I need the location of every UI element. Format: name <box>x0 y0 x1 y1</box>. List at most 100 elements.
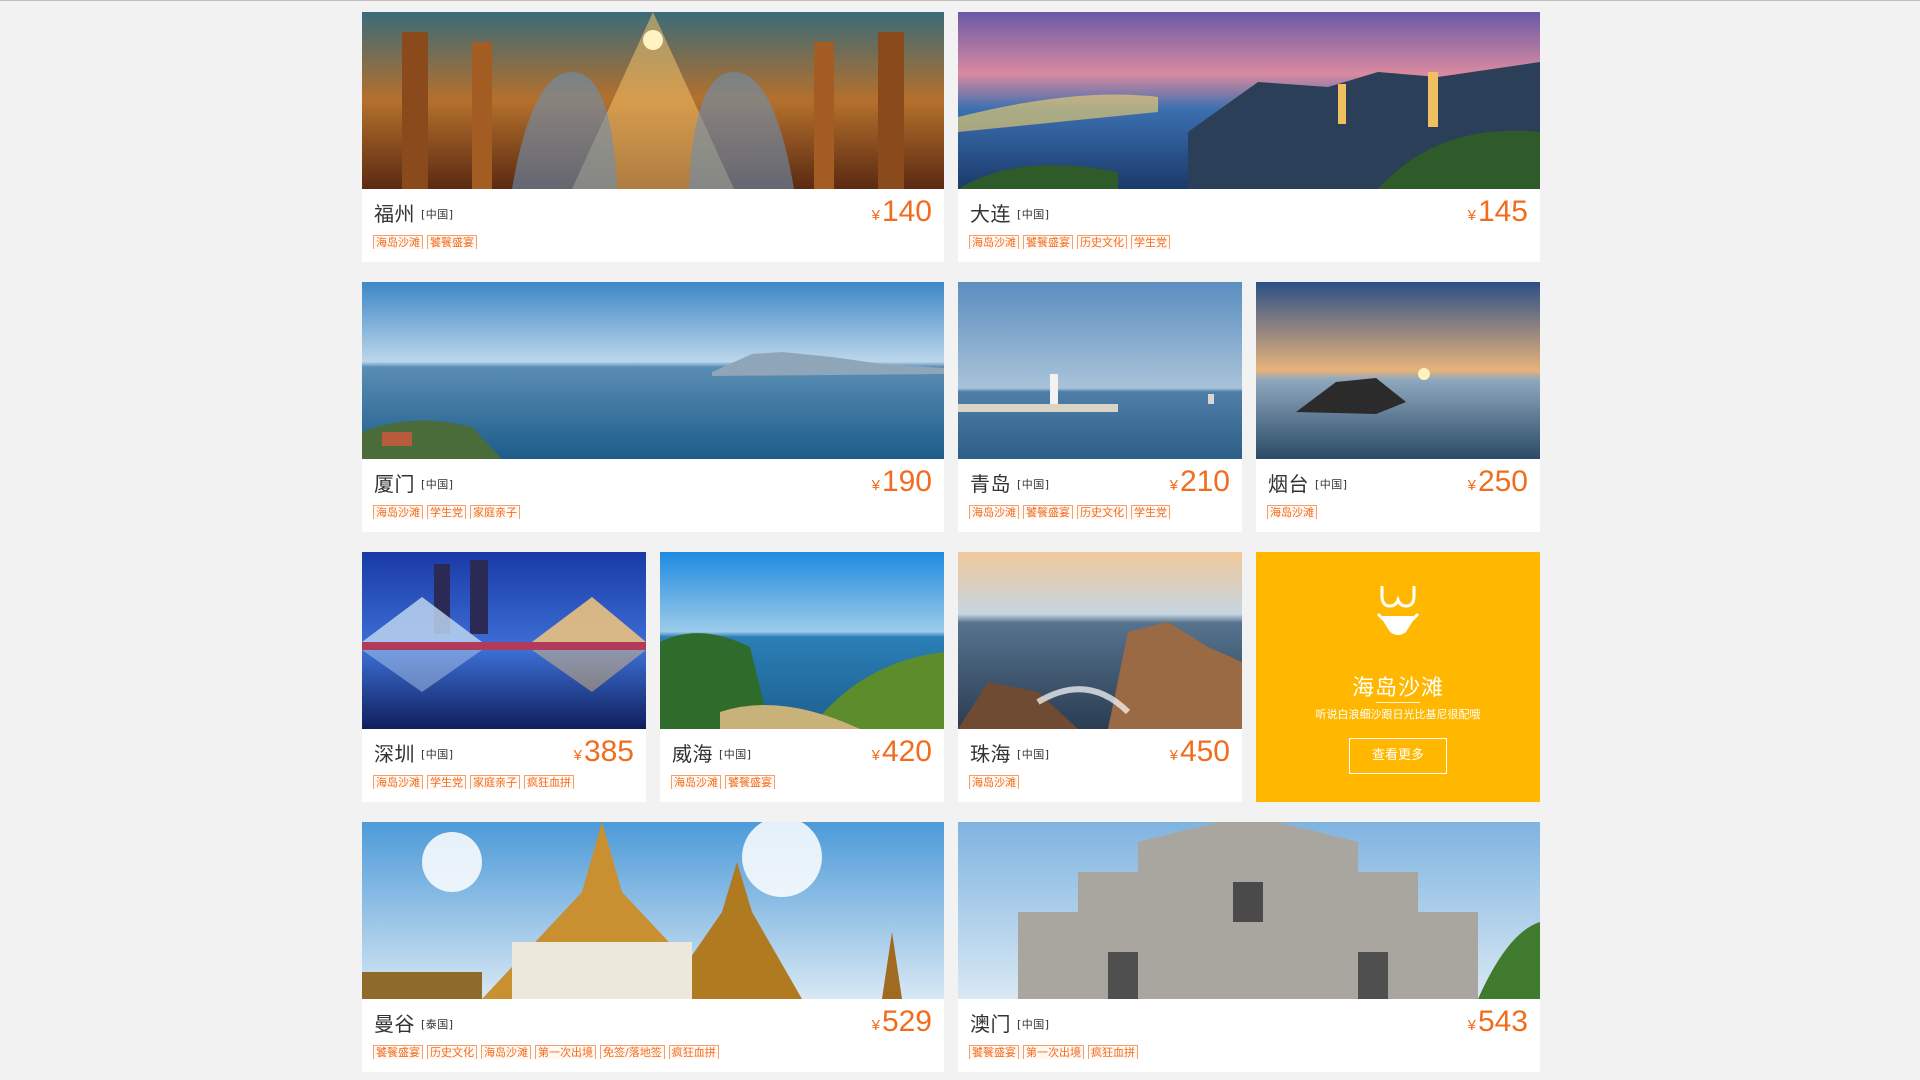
tag[interactable]: 免签/落地签 <box>600 1045 665 1059</box>
top-divider <box>0 0 1920 1</box>
tag[interactable]: 学生党 <box>1131 235 1170 249</box>
tag[interactable]: 家庭亲子 <box>470 775 520 789</box>
destination-photo <box>958 822 1540 999</box>
destination-card-macau[interactable]: 澳门 [中国] ¥543 饕餮盛宴 第一次出境 疯狂血拼 <box>958 822 1540 1072</box>
currency-symbol: ¥ <box>1467 1017 1476 1034</box>
country-label: [中国] <box>421 748 454 761</box>
country-label: [泰国] <box>421 1018 454 1031</box>
destination-card-bangkok[interactable]: 曼谷 [泰国] ¥529 饕餮盛宴 历史文化 海岛沙滩 第一次出境 免签/落地签 疯狂血拼 <box>362 822 944 1072</box>
tag[interactable]: 海岛沙滩 <box>1267 505 1317 519</box>
currency-symbol: ¥ <box>1169 477 1178 494</box>
city-name: 厦门 [中国] <box>374 472 454 496</box>
destination-card-dalian[interactable]: 大连 [中国] ¥145 海岛沙滩 饕餮盛宴 历史文化 学生党 <box>958 12 1540 262</box>
tag[interactable]: 饕餮盛宴 <box>1023 235 1073 249</box>
tag[interactable]: 饕餮盛宴 <box>969 1045 1019 1059</box>
city-name: 深圳 [中国] <box>374 742 454 766</box>
city-name: 澳门 [中国] <box>970 1012 1050 1036</box>
currency-symbol: ¥ <box>871 477 880 494</box>
tag[interactable]: 海岛沙滩 <box>481 1045 531 1059</box>
city-name: 威海 [中国] <box>672 742 752 766</box>
tag[interactable]: 海岛沙滩 <box>969 235 1019 249</box>
tag[interactable]: 学生党 <box>1131 505 1170 519</box>
tag-list: 海岛沙滩 饕餮盛宴 历史文化 学生党 <box>969 231 1532 249</box>
tag[interactable]: 海岛沙滩 <box>969 775 1019 789</box>
promo-divider <box>1376 702 1420 703</box>
price: ¥543 <box>1467 1005 1528 1038</box>
tag-list: 海岛沙滩 学生党 家庭亲子 疯狂血拼 <box>373 771 638 789</box>
tag-list: 饕餮盛宴 第一次出境 疯狂血拼 <box>969 1041 1532 1059</box>
destination-photo <box>362 552 646 729</box>
tag[interactable]: 学生党 <box>427 505 466 519</box>
city-name: 烟台 [中国] <box>1268 472 1348 496</box>
destination-card-fuzhou[interactable]: 福州 [中国] ¥140 海岛沙滩 饕餮盛宴 <box>362 12 944 262</box>
tag[interactable]: 第一次出境 <box>1023 1045 1084 1059</box>
city-name: 福州 [中国] <box>374 202 454 226</box>
currency-symbol: ¥ <box>573 747 582 764</box>
country-label: [中国] <box>1017 1018 1050 1031</box>
country-label: [中国] <box>719 748 752 761</box>
destination-photo <box>958 552 1242 729</box>
price: ¥420 <box>871 735 932 768</box>
tag[interactable]: 历史文化 <box>1077 505 1127 519</box>
destination-card-xiamen[interactable]: 厦门 [中国] ¥190 海岛沙滩 学生党 家庭亲子 <box>362 282 944 532</box>
currency-symbol: ¥ <box>871 1017 880 1034</box>
tag-list: 海岛沙滩 <box>969 771 1234 789</box>
destination-card-qingdao[interactable]: 青岛 [中国] ¥210 海岛沙滩 饕餮盛宴 历史文化 学生党 <box>958 282 1242 532</box>
price: ¥250 <box>1467 465 1528 498</box>
promo-subtitle: 听说白浪细沙跟日光比基尼很配哦 <box>1315 708 1481 721</box>
view-more-button[interactable]: 查看更多 <box>1349 738 1447 774</box>
city-name: 曼谷 [泰国] <box>374 1012 454 1036</box>
tag[interactable]: 历史文化 <box>427 1045 477 1059</box>
destination-photo <box>362 822 944 999</box>
country-label: [中国] <box>1017 478 1050 491</box>
destination-card-yantai[interactable]: 烟台 [中国] ¥250 海岛沙滩 <box>1256 282 1540 532</box>
city-name: 大连 [中国] <box>970 202 1050 226</box>
tag-list: 海岛沙滩 饕餮盛宴 历史文化 学生党 <box>969 501 1234 519</box>
bikini-icon <box>1376 586 1420 635</box>
tag[interactable]: 疯狂血拼 <box>1088 1045 1138 1059</box>
tag[interactable]: 第一次出境 <box>535 1045 596 1059</box>
tag[interactable]: 历史文化 <box>1077 235 1127 249</box>
tag[interactable]: 疯狂血拼 <box>668 1045 719 1059</box>
tag[interactable]: 海岛沙滩 <box>373 775 423 789</box>
destination-photo <box>362 12 944 189</box>
tag[interactable]: 海岛沙滩 <box>373 505 423 519</box>
tag[interactable]: 饕餮盛宴 <box>1023 505 1073 519</box>
tag-list: 海岛沙滩 饕餮盛宴 <box>671 771 936 789</box>
price: ¥145 <box>1467 195 1528 228</box>
destination-grid: 福州 [中国] ¥140 海岛沙滩 饕餮盛宴 大连 [中国] ¥145 海岛沙滩… <box>362 12 1540 1072</box>
tag[interactable]: 家庭亲子 <box>470 505 520 519</box>
destination-card-shenzhen[interactable]: 深圳 [中国] ¥385 海岛沙滩 学生党 家庭亲子 疯狂血拼 <box>362 552 646 802</box>
destination-photo <box>958 12 1540 189</box>
currency-symbol: ¥ <box>1169 747 1178 764</box>
country-label: [中国] <box>1017 748 1050 761</box>
country-label: [中国] <box>421 208 454 221</box>
tag[interactable]: 海岛沙滩 <box>373 235 423 249</box>
price: ¥190 <box>871 465 932 498</box>
currency-symbol: ¥ <box>1467 477 1476 494</box>
tag-list: 饕餮盛宴 历史文化 海岛沙滩 第一次出境 免签/落地签 疯狂血拼 <box>373 1041 936 1059</box>
tag[interactable]: 饕餮盛宴 <box>725 775 775 789</box>
destination-photo <box>362 282 944 459</box>
tag[interactable]: 海岛沙滩 <box>671 775 721 789</box>
currency-symbol: ¥ <box>1467 207 1476 224</box>
country-label: [中国] <box>1017 208 1050 221</box>
price: ¥140 <box>871 195 932 228</box>
country-label: [中国] <box>421 478 454 491</box>
destination-card-zhuhai[interactable]: 珠海 [中国] ¥450 海岛沙滩 <box>958 552 1242 802</box>
tag[interactable]: 饕餮盛宴 <box>427 235 477 249</box>
country-label: [中国] <box>1315 478 1348 491</box>
tag[interactable]: 学生党 <box>427 775 466 789</box>
tag-list: 海岛沙滩 学生党 家庭亲子 <box>373 501 936 519</box>
currency-symbol: ¥ <box>871 747 880 764</box>
currency-symbol: ¥ <box>871 207 880 224</box>
price: ¥450 <box>1169 735 1230 768</box>
promo-title: 海岛沙滩 <box>1351 676 1444 701</box>
tag[interactable]: 海岛沙滩 <box>969 505 1019 519</box>
tag[interactable]: 疯狂血拼 <box>524 775 574 789</box>
destination-photo <box>1256 282 1540 459</box>
destination-card-weihai[interactable]: 威海 [中国] ¥420 海岛沙滩 饕餮盛宴 <box>660 552 944 802</box>
promo-card-beach[interactable]: 海岛沙滩 听说白浪细沙跟日光比基尼很配哦 查看更多 <box>1256 552 1540 802</box>
destination-photo <box>958 282 1242 459</box>
tag[interactable]: 饕餮盛宴 <box>373 1045 423 1059</box>
